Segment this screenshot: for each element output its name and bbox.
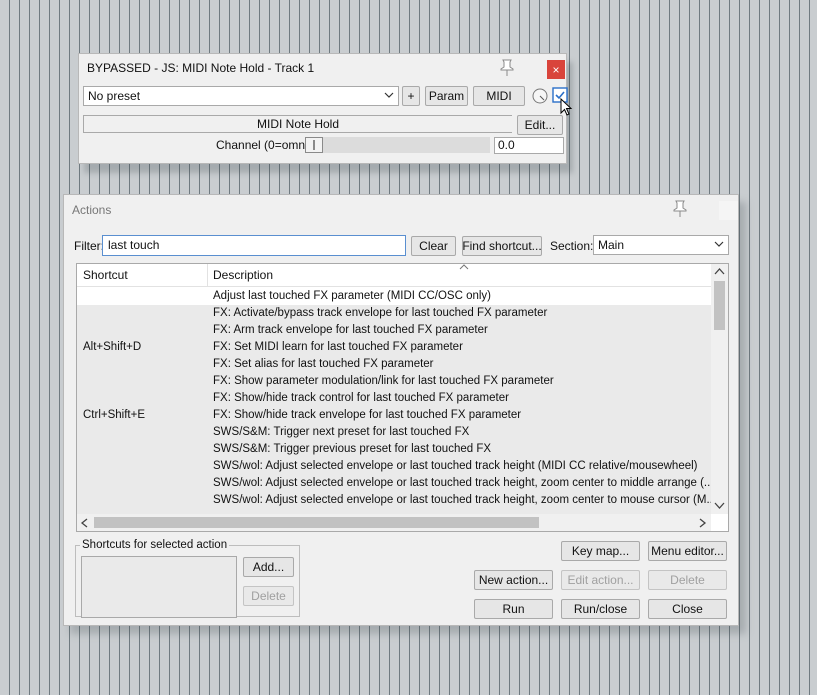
preset-value: No preset (88, 89, 141, 103)
shortcuts-group-label: Shortcuts for selected action (82, 539, 228, 551)
plugin-name: MIDI Note Hold (256, 117, 340, 131)
run-button[interactable]: Run (474, 599, 553, 619)
slider-grip (313, 140, 315, 150)
chevron-down-icon (714, 241, 724, 247)
run-close-button[interactable]: Run/close (561, 599, 640, 619)
fx-window: BYPASSED - JS: MIDI Note Hold - Track 1 … (78, 53, 573, 164)
wet-knob-icon[interactable] (531, 87, 549, 105)
close-button[interactable]: × (547, 60, 565, 79)
list-item[interactable]: SWS/wol: Adjust selected envelope or las… (77, 492, 716, 509)
chevron-down-icon (384, 92, 394, 98)
list-item[interactable]: FX: Activate/bypass track envelope for l… (77, 305, 711, 322)
close-dialog-button[interactable]: Close (648, 599, 727, 619)
row-shortcut: Ctrl+Shift+E (83, 409, 145, 421)
row-description: FX: Activate/bypass track envelope for l… (213, 307, 548, 319)
key-map-button[interactable]: Key map... (561, 541, 640, 561)
preset-dropdown[interactable]: No preset (83, 86, 399, 106)
scroll-right-icon[interactable] (699, 518, 707, 528)
list-item[interactable]: Adjust last touched FX parameter (MIDI C… (77, 288, 711, 305)
column-header-shortcut[interactable]: Shortcut (83, 268, 128, 282)
pin-icon[interactable] (499, 59, 515, 77)
sort-arrow-icon (459, 264, 469, 270)
section-dropdown[interactable]: Main (593, 235, 729, 255)
list-item[interactable]: FX: Arm track envelope for last touched … (77, 322, 711, 339)
scroll-down-icon[interactable] (714, 502, 725, 510)
list-item[interactable]: Alt+Shift+D FX: Set MIDI learn for last … (77, 339, 711, 356)
find-shortcut-button[interactable]: Find shortcut... (462, 236, 542, 256)
param-label: Channel (0=omni) (216, 138, 312, 152)
row-description: FX: Set MIDI learn for last touched FX p… (213, 341, 463, 353)
row-description: FX: Set alias for last touched FX parame… (213, 358, 434, 370)
row-description: Adjust last touched FX parameter (MIDI C… (213, 290, 492, 302)
horizontal-scrollbar[interactable] (77, 514, 711, 531)
pin-icon[interactable] (672, 200, 688, 218)
param-value-input[interactable]: 0.0 (494, 137, 564, 154)
row-description: SWS/S&M: Trigger next preset for last to… (213, 426, 470, 438)
plugin-name-label: MIDI Note Hold (83, 115, 512, 133)
close-button[interactable] (719, 201, 738, 220)
list-item[interactable]: FX: Set alias for last touched FX parame… (77, 356, 711, 373)
clear-button[interactable]: Clear (411, 236, 456, 256)
section-value: Main (598, 238, 625, 252)
vertical-scrollbar[interactable] (711, 264, 728, 514)
midi-button[interactable]: MIDI (473, 86, 525, 106)
row-description: SWS/wol: Adjust selected envelope or las… (213, 460, 698, 472)
delete-action-button[interactable]: Delete (648, 570, 727, 590)
list-item[interactable]: SWS/wol: Adjust selected envelope or las… (77, 458, 711, 475)
list-item[interactable]: FX: Show/hide track control for last tou… (77, 390, 711, 407)
action-list[interactable]: Shortcut Description Adjust last touched… (76, 263, 729, 532)
new-action-button[interactable]: New action... (474, 570, 553, 590)
list-header: Shortcut Description (77, 264, 711, 287)
row-description: FX: Show/hide track control for last tou… (213, 392, 509, 404)
add-preset-button[interactable]: + (402, 86, 420, 106)
edit-plugin-button[interactable]: Edit... (517, 115, 563, 135)
row-description: SWS/wol: Adjust selected envelope or las… (213, 494, 717, 506)
scroll-up-icon[interactable] (714, 267, 725, 275)
param-button[interactable]: Param (425, 86, 468, 106)
actions-window-title: Actions (72, 203, 112, 217)
column-divider[interactable] (207, 264, 208, 286)
list-item[interactable]: FX: Show parameter modulation/link for l… (77, 373, 711, 390)
row-description: SWS/S&M: Trigger previous preset for las… (213, 443, 492, 455)
param-slider-track[interactable] (305, 137, 490, 153)
fx-window-title: BYPASSED - JS: MIDI Note Hold - Track 1 (87, 61, 315, 75)
list-item[interactable]: SWS/wol: Adjust selected envelope or las… (77, 475, 714, 492)
section-label: Section: (550, 239, 594, 253)
edit-action-button[interactable]: Edit action... (561, 570, 640, 590)
row-description: FX: Show parameter modulation/link for l… (213, 375, 554, 387)
delete-shortcut-button[interactable]: Delete (243, 586, 294, 606)
add-shortcut-button[interactable]: Add... (243, 557, 294, 577)
column-header-description[interactable]: Description (213, 268, 273, 282)
row-shortcut: Alt+Shift+D (83, 341, 142, 353)
row-description: SWS/wol: Adjust selected envelope or las… (213, 477, 714, 489)
list-item[interactable]: Ctrl+Shift+E FX: Show/hide track envelop… (77, 407, 711, 424)
scroll-left-icon[interactable] (80, 518, 88, 528)
menu-editor-button[interactable]: Menu editor... (648, 541, 727, 561)
param-slider-thumb[interactable] (305, 137, 323, 153)
actions-window: Actions Filter: last touch Clear Find sh… (63, 194, 739, 626)
filter-input[interactable]: last touch (102, 235, 406, 256)
row-description: FX: Show/hide track envelope for last to… (213, 409, 522, 421)
list-item[interactable]: SWS/S&M: Trigger next preset for last to… (77, 424, 711, 441)
shortcut-list[interactable] (81, 556, 237, 618)
vertical-scroll-thumb[interactable] (714, 281, 725, 330)
horizontal-scroll-thumb[interactable] (94, 517, 539, 528)
list-item[interactable]: SWS/S&M: Trigger previous preset for las… (77, 441, 711, 458)
row-description: FX: Arm track envelope for last touched … (213, 324, 488, 336)
filter-label: Filter: (74, 239, 104, 253)
